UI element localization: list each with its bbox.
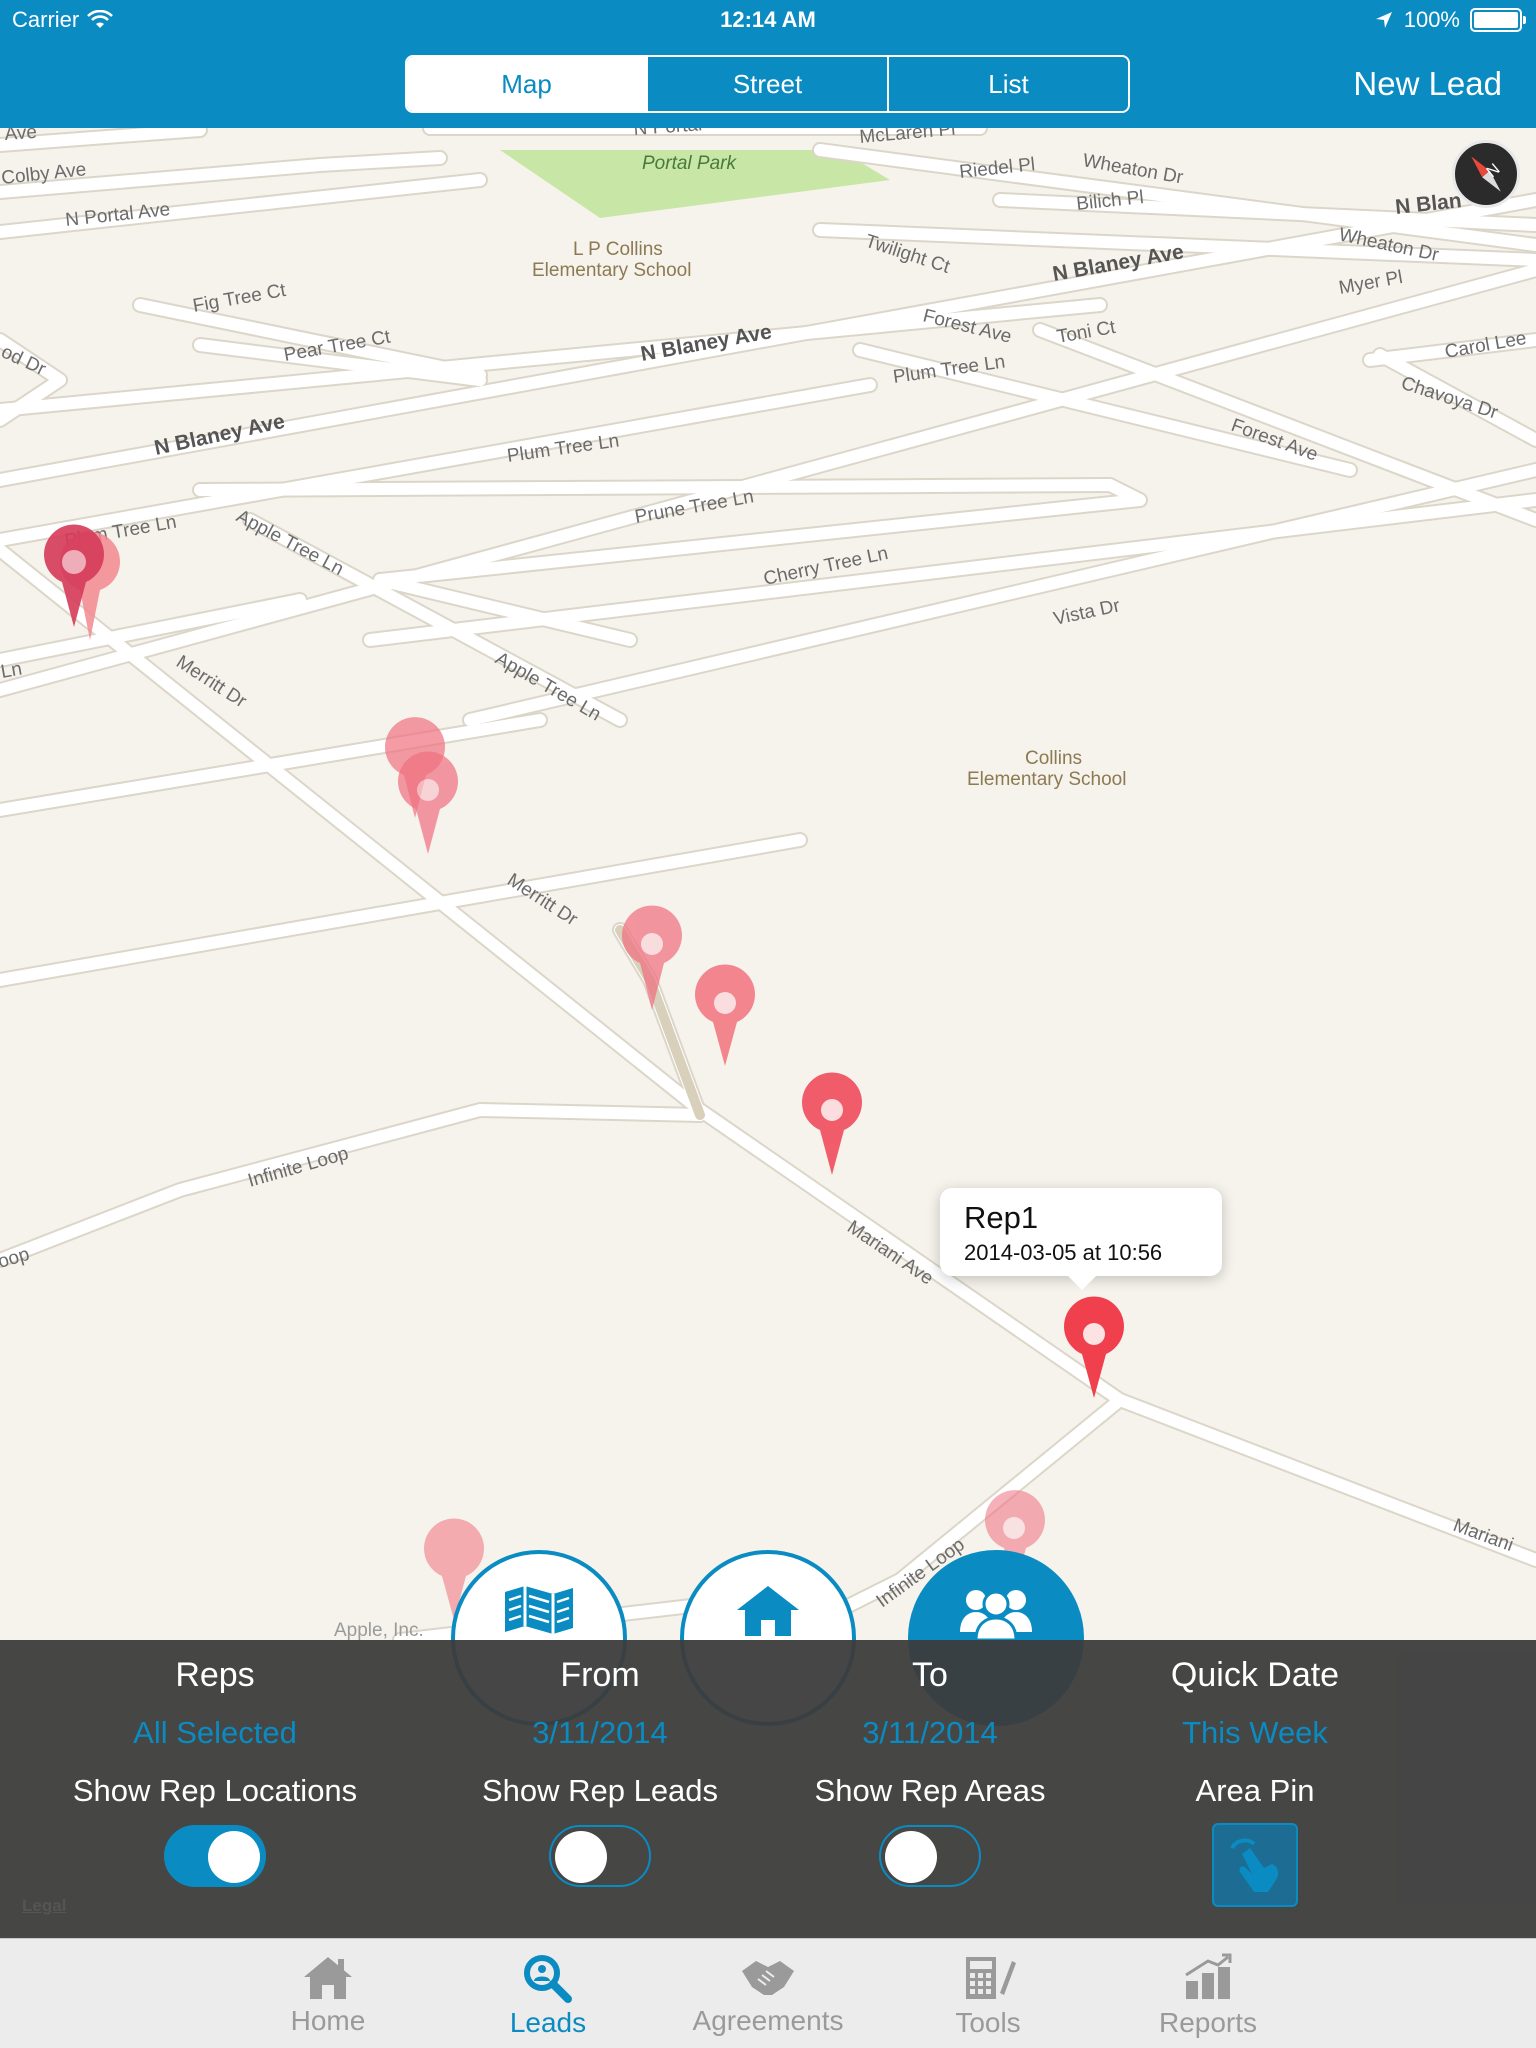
place-label: L P Collins (573, 239, 663, 260)
street-label: Ave (4, 128, 38, 145)
to-column: To 3/11/2014 Show Rep Areas (780, 1656, 1080, 1887)
segment-street[interactable]: Street (646, 57, 887, 111)
calculator-icon (966, 1957, 1016, 1999)
toggle-knob (208, 1831, 260, 1883)
reps-column: Reps All Selected Show Rep Locations (40, 1656, 390, 1887)
house-icon (304, 1957, 352, 1999)
pin-callout[interactable]: Rep1 2014-03-05 at 10:56 (940, 1188, 1222, 1290)
place-label: Collins (1025, 748, 1082, 769)
tab-label: Home (290, 2005, 366, 2036)
to-title: To (912, 1656, 948, 1694)
status-time: 12:14 AM (720, 7, 816, 32)
tab-home[interactable]: Home (218, 1939, 438, 2048)
location-arrow-icon (1375, 12, 1392, 28)
area-pin-label: Area Pin (1195, 1773, 1315, 1808)
new-lead-button[interactable]: New Lead (1353, 60, 1502, 108)
compass-needle-icon: N (1471, 156, 1503, 192)
handshake-icon (742, 1961, 794, 1995)
tab-label: Tools (955, 2007, 1021, 2038)
street-label: Chavoya Dr (1398, 373, 1501, 424)
tab-tools[interactable]: Tools (878, 1939, 1098, 2048)
map-attribution: Apple, Inc. (334, 1620, 424, 1640)
toggle-knob (885, 1831, 937, 1883)
status-right: 100% (1374, 0, 1526, 40)
filter-panel: Reps All Selected Show Rep Locations Fro… (0, 1640, 1536, 1938)
to-date-picker[interactable]: 3/11/2014 (780, 1715, 1080, 1751)
reps-title: Reps (175, 1656, 255, 1694)
street-label: Vista Dr (1052, 595, 1123, 630)
segment-map[interactable]: Map (407, 57, 646, 111)
quick-date-column: Quick Date This Week Area Pin (1110, 1656, 1400, 1907)
segment-list[interactable]: List (887, 57, 1128, 111)
quick-date-selector[interactable]: This Week (1110, 1715, 1400, 1751)
show-rep-areas-toggle[interactable] (879, 1825, 981, 1887)
tab-label: Agreements (692, 2005, 844, 2036)
tab-reports[interactable]: Reports (1098, 1939, 1318, 2048)
street-label: N Portal (633, 128, 703, 140)
people-icon (960, 1590, 1032, 1642)
street-label: Ln (0, 659, 24, 683)
tab-label: Leads (509, 2007, 587, 2038)
place-label: Portal Park (642, 153, 737, 174)
map-view[interactable]: Ave Colby Ave N Portal Ave N Portal McLa… (0, 128, 1536, 1640)
reps-selector[interactable]: All Selected (40, 1715, 390, 1751)
place-label: Elementary School (967, 769, 1126, 790)
street-label: Mariani Ave (843, 1217, 937, 1290)
lead-pin[interactable] (695, 964, 755, 1066)
show-rep-areas-label: Show Rep Areas (814, 1773, 1046, 1808)
callout-subtitle: 2014-03-05 at 10:56 (964, 1240, 1163, 1265)
magnifier-icon (524, 1955, 572, 2003)
lead-pin-selected[interactable] (1064, 1296, 1124, 1398)
show-rep-locations-toggle[interactable] (164, 1825, 266, 1887)
battery-icon (1470, 8, 1526, 32)
quick-date-title: Quick Date (1170, 1656, 1340, 1694)
tab-bar: Home Leads Agreements Tools Reports (0, 1938, 1536, 2048)
toggle-knob (555, 1831, 607, 1883)
navigation-bar: Carrier 12:14 AM 100% Map Street List Ne… (0, 0, 1536, 128)
map-canvas: Ave Colby Ave N Portal Ave N Portal McLa… (0, 128, 1536, 1640)
from-date-picker[interactable]: 3/11/2014 (440, 1715, 760, 1751)
street-label: N Blaney Ave (152, 410, 287, 460)
bar-chart-icon (1185, 1953, 1232, 1999)
battery-percent: 100% (1403, 7, 1460, 32)
house-icon (737, 1586, 799, 1636)
tab-label: Reports (1158, 2007, 1258, 2038)
show-rep-leads-toggle[interactable] (549, 1825, 651, 1887)
street-label: oop (0, 1244, 32, 1273)
area-pin-button[interactable] (1212, 1823, 1298, 1907)
lead-pin[interactable] (801, 1072, 862, 1175)
street-label: Mariani (1450, 1515, 1516, 1556)
street-label: Myer Pl (1337, 267, 1404, 299)
place-label: Elementary School (532, 260, 691, 281)
map-icon (505, 1586, 573, 1634)
from-column: From 3/11/2014 Show Rep Leads (440, 1656, 760, 1887)
street-label: Carol Lee (1443, 328, 1528, 363)
show-rep-locations-label: Show Rep Locations (72, 1773, 358, 1808)
street-label: McLaren Pl (859, 128, 957, 148)
compass-icon[interactable]: N (1452, 140, 1520, 208)
hand-pointer-icon (1230, 1838, 1279, 1892)
show-rep-leads-label: Show Rep Leads (481, 1773, 719, 1808)
view-segmented-control: Map Street List (405, 55, 1130, 113)
tab-leads[interactable]: Leads (438, 1939, 658, 2048)
from-title: From (560, 1656, 640, 1694)
street-label: Apple Tree Ln (233, 506, 347, 580)
tab-agreements[interactable]: Agreements (658, 1939, 878, 2048)
lead-pin[interactable] (398, 751, 458, 854)
street-label: Fig Tree Ct (191, 280, 288, 317)
legal-link[interactable]: Legal (22, 1896, 66, 1916)
callout-title: Rep1 (964, 1200, 1039, 1235)
